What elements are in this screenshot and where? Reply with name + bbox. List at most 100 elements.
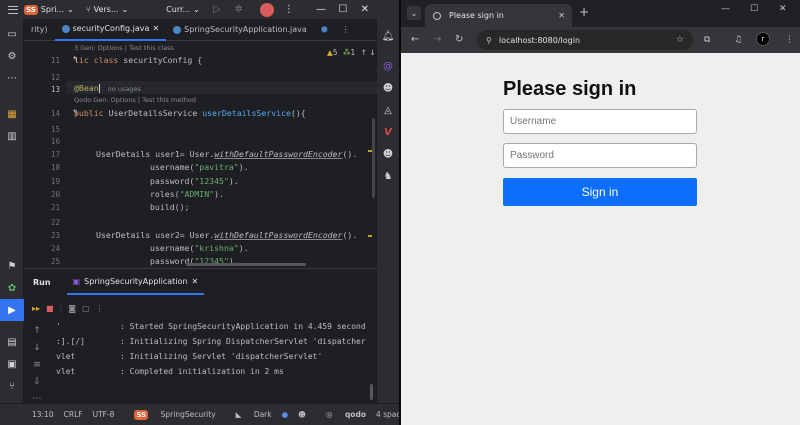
qodo-icon[interactable]: ☻ — [377, 77, 399, 99]
address-bar[interactable]: ⚲ localhost:8080/login ☆ — [477, 30, 693, 50]
status-bar: 13:10 CRLF UTF-8 SS SpringSecurity ◣ Dar… — [0, 403, 399, 425]
console-scrollbar[interactable] — [370, 384, 373, 400]
line-separator[interactable]: CRLF — [64, 410, 83, 419]
password-input[interactable] — [503, 143, 697, 168]
inspection-widget[interactable]: ▲5 ⁂1 ↑ ↓ — [327, 48, 376, 57]
more-icon[interactable]: ⋮ — [96, 304, 104, 313]
stop-icon[interactable] — [259, 2, 274, 17]
error-stripe-mark[interactable] — [368, 150, 372, 152]
run-tool-icon[interactable]: ▶ — [0, 299, 24, 321]
bookmark-star-icon[interactable]: ☆ — [676, 35, 684, 45]
arrow-down-icon[interactable]: ↓ — [24, 339, 50, 356]
code-vision-hint[interactable]: 3 Gen: Options | Test this class — [74, 44, 174, 52]
close-icon[interactable]: ✕ — [779, 4, 787, 14]
site-info-icon[interactable]: ⚲ — [486, 36, 492, 45]
bookmarks-icon[interactable]: ▥ — [0, 125, 24, 147]
qodo-widget[interactable]: ◎ qodo — [316, 410, 366, 419]
media-icon[interactable]: ♫ — [734, 35, 742, 45]
tab-spring-security-application[interactable]: SpringSecurityApplication.java — [166, 19, 314, 41]
commit-icon[interactable]: ⚙ — [0, 45, 24, 67]
terminal-icon[interactable]: ▣ — [0, 353, 24, 375]
username-input[interactable] — [503, 109, 697, 134]
sign-in-button[interactable]: Sign in — [503, 178, 697, 206]
more-tools-icon[interactable]: ⋯ — [0, 67, 24, 89]
error-stripe-mark[interactable] — [368, 235, 372, 237]
project-widget[interactable]: SS SpringSecurity — [124, 410, 216, 420]
vcs-widget[interactable]: ⑂ Vers... ⌄ — [86, 5, 128, 14]
line-number: 24 — [50, 244, 60, 253]
arrow-up-icon[interactable]: ↑ — [361, 48, 367, 57]
git-icon[interactable]: ⑂ — [0, 375, 24, 397]
run-tab[interactable]: ▣ SpringSecurityApplication ✕ — [66, 269, 205, 295]
code-line: UserDetails user2= User.withDefaultPassw… — [96, 230, 358, 240]
plugins-icon[interactable]: ⚑ — [0, 255, 24, 277]
theme-widget[interactable]: ◣ Dark — [226, 410, 272, 419]
ai-assistant-icon[interactable]: @ — [377, 55, 399, 77]
close-icon[interactable]: ✕ — [152, 24, 159, 33]
spring-app-icon: ▣ — [72, 276, 81, 286]
run-config-widget[interactable]: Curr... ⌄ — [166, 5, 200, 14]
close-icon[interactable]: ✕ — [354, 4, 376, 15]
tab-more[interactable]: ⬢ — [314, 19, 335, 41]
tab-security-config[interactable]: securityConfig.java ✕ — [54, 19, 167, 41]
run-config-label: Curr... — [166, 5, 191, 14]
new-tab-button[interactable]: + — [579, 5, 589, 19]
notifications-icon[interactable]: 🔔︎ — [377, 25, 399, 47]
minimize-icon[interactable]: — — [310, 4, 332, 15]
maximize-icon[interactable]: ☐ — [750, 4, 758, 14]
menu-icon[interactable]: ⋮ — [785, 35, 794, 45]
tab-search-icon[interactable]: ⌄ — [407, 6, 421, 20]
indent-setting[interactable]: 4 spaces — [376, 410, 399, 419]
qodo-hint[interactable]: Qodo Gen: Options | Test this method — [74, 96, 196, 104]
soft-wrap-icon[interactable]: ≡ — [24, 356, 50, 373]
tabs-menu[interactable]: ⋮ — [335, 19, 357, 41]
profile-avatar[interactable]: r — [756, 32, 770, 46]
minimize-icon[interactable]: — — [721, 4, 730, 14]
file-encoding[interactable]: UTF-8 — [93, 410, 115, 419]
debug-icon[interactable]: ✲ — [228, 4, 250, 15]
warning-count: 5 — [332, 48, 338, 57]
services-icon[interactable]: ✿ — [0, 277, 24, 299]
code-editor[interactable]: 3 Gen: Options | Test this class lic cla… — [66, 41, 371, 267]
main-menu-icon[interactable] — [8, 5, 18, 14]
scroll-to-end-icon[interactable]: ⇩ — [24, 373, 50, 390]
maximize-icon[interactable]: ☐ — [332, 4, 354, 15]
reload-icon[interactable]: ↻ — [455, 34, 463, 45]
structure-icon[interactable]: ▦ — [0, 103, 24, 125]
line-number: 19 — [50, 177, 60, 186]
extensions-icon[interactable]: ⧉ — [704, 35, 710, 45]
copilot-icon[interactable]: ☻ — [377, 143, 399, 165]
close-tab-icon[interactable]: ✕ — [558, 11, 565, 20]
project-badge: SS — [24, 4, 38, 15]
url-text: localhost:8080/login — [498, 35, 581, 45]
more-icon[interactable]: ⋮ — [278, 4, 300, 15]
ai-status-icon[interactable]: ● — [282, 410, 289, 419]
vertical-scrollbar[interactable] — [372, 118, 375, 198]
theme-name: Dark — [253, 410, 272, 419]
browser-toolbar: ← → ↻ ⚲ localhost:8080/login ☆ ⧉ ♫ r ⋮ — [401, 27, 800, 53]
project-view-icon[interactable]: ▭ — [0, 23, 24, 45]
maven-icon[interactable]: ◬ — [377, 99, 399, 121]
gradle-icon[interactable]: ♞ — [377, 165, 399, 187]
problems-icon[interactable]: ▤ — [0, 331, 24, 353]
tab-overflow[interactable]: rity) — [24, 19, 55, 41]
browser-tab[interactable]: Please sign in ✕ — [425, 4, 572, 27]
tab-label: rity) — [31, 25, 48, 34]
stop-icon[interactable]: ■ — [46, 304, 54, 313]
console-output[interactable]: ': Started SpringSecurityApplication in … — [56, 322, 376, 402]
back-icon[interactable]: ← — [411, 34, 419, 45]
project-widget[interactable]: SS Spri... ⌄ — [24, 4, 74, 15]
run-toolbar: ▸▸ ■ | ◙ ▢ ⋮ — [24, 300, 377, 316]
arrow-up-icon[interactable]: ↑ — [24, 322, 50, 339]
close-icon[interactable]: ✕ — [192, 277, 199, 286]
rerun-icon[interactable]: ▸▸ — [32, 304, 40, 313]
run-icon[interactable]: ▷ — [206, 4, 228, 15]
forward-icon[interactable]: → — [433, 34, 441, 45]
arrow-down-icon[interactable]: ↓ — [369, 48, 375, 57]
vite-icon[interactable]: V — [377, 121, 399, 143]
caret-position[interactable]: 13:10 — [32, 410, 54, 419]
layout-icon[interactable]: ▢ — [82, 304, 90, 313]
horizontal-scrollbar[interactable] — [186, 263, 306, 266]
camera-icon[interactable]: ◙ — [68, 304, 76, 313]
copilot-status-icon[interactable]: ☻ — [298, 410, 306, 419]
